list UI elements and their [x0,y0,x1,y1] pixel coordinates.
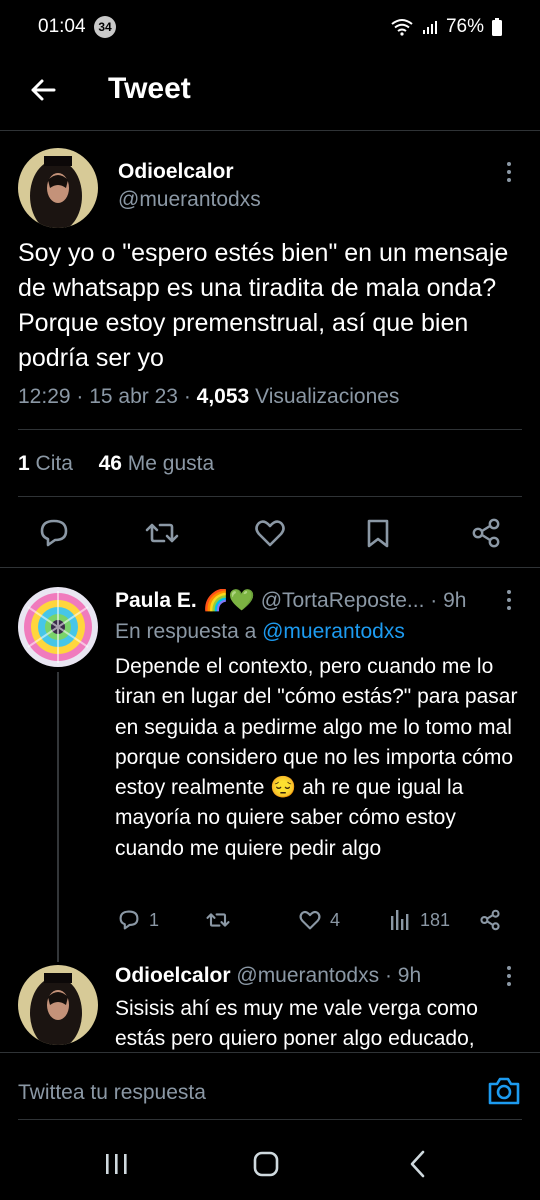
likes-label: Me gusta [127,452,215,475]
author-avatar[interactable] [18,148,98,228]
home-button[interactable] [248,1146,284,1182]
reply-button[interactable] [34,513,74,553]
more-vertical-icon [507,966,511,986]
reply2-age: 9h [397,964,422,987]
like-count: 46 [98,452,122,475]
reply-more-button[interactable] [500,588,518,612]
reply2-header: Odioelcalor @muerantodxs · 9h [115,964,422,987]
retweet-icon [206,913,230,927]
divider [18,429,522,430]
reply-like-count: 4 [330,909,341,930]
divider [18,496,522,497]
system-nav-bar [0,1120,540,1200]
reply-icon [40,519,68,547]
camera-button[interactable] [486,1073,522,1109]
reply2-author-handle[interactable]: @muerantodxs [236,964,379,987]
retweet-button[interactable] [142,513,182,553]
replying-to: En respuesta a @muerantodxs [115,620,405,644]
home-icon [253,1151,279,1177]
battery-icon [492,18,502,36]
more-vertical-icon [507,162,511,182]
quotes-stat[interactable]: 1 Cita [18,452,73,475]
chevron-left-icon [410,1150,425,1178]
more-vertical-icon [507,590,511,610]
notification-badge: 34 [94,16,116,38]
camera-icon [488,1077,520,1105]
views-label: Visualizaciones [255,385,400,408]
quotes-label: Cita [35,452,73,475]
avatar-image [18,148,98,228]
analytics-icon [391,910,409,930]
share-icon [472,518,500,548]
tweet-text: Soy yo o "espero estés bien" en un mensa… [18,239,509,372]
page-title: Tweet [108,72,191,105]
status-time: 01:04 [38,16,86,37]
wifi-icon [391,19,413,36]
reply-icon [119,910,139,930]
thread-line [57,672,59,962]
tweet-time: 12:29 [18,385,71,408]
reply-author-handle[interactable]: @TortaReposte... [261,589,425,612]
reply2-more-button[interactable] [500,964,518,988]
reply-header: Paula E. 🌈💚 @TortaReposte... · 9h [115,589,467,612]
quote-count: 1 [18,452,30,475]
author-name[interactable]: Odioelcalor [118,160,234,184]
reply2-avatar[interactable] [18,965,98,1045]
view-count: 4,053 [196,385,250,408]
tweet-stats: 1 Cita 46 Me gusta [18,452,214,476]
reply2-text: Sisisis ahí es muy me vale verga como es… [115,997,478,1051]
tweet-date: 15 abr 23 [89,385,178,408]
replying-to-label: En respuesta a [115,620,257,643]
share-icon [480,909,500,931]
status-icons: 76% [390,16,502,38]
reply-reply-count: 1 [149,909,160,930]
bookmark-button[interactable] [358,513,398,553]
back-arrow-icon [31,79,56,101]
likes-stat[interactable]: 46 Me gusta [99,452,215,475]
avatar-image [18,587,98,667]
signal-icon [422,21,437,34]
share-button[interactable] [466,513,506,553]
heart-icon [255,520,285,547]
recent-apps-icon [106,1154,127,1174]
reply-composer: Twittea tu respuesta [0,1052,540,1121]
header: Tweet [0,56,540,131]
system-back-button[interactable] [400,1146,436,1182]
bookmark-icon [367,519,389,548]
back-button[interactable] [24,70,64,110]
retweet-icon [145,523,179,543]
reply-age: 9h [443,589,467,612]
status-bar: 01:04 34 76% [0,0,540,56]
reply-like-button[interactable]: 4 [296,906,340,934]
author-handle[interactable]: @muerantodxs [118,188,261,212]
tweet-meta: 12:29 · 15 abr 23 · 4,053 Visualizacione… [18,385,400,408]
more-options-button[interactable] [500,160,518,184]
reply-retweet-button[interactable] [204,906,232,934]
reply-avatar[interactable] [18,587,98,667]
reply-input[interactable]: Twittea tu respuesta [18,1081,206,1105]
replying-to-link[interactable]: @muerantodxs [262,620,405,643]
like-button[interactable] [250,513,290,553]
avatar-image [18,965,98,1045]
heart-icon [299,910,321,930]
divider [0,567,540,568]
reply-view-count: 181 [420,909,451,930]
reply2-author-name[interactable]: Odioelcalor [115,964,231,987]
reply-views-button[interactable]: 181 [386,906,450,934]
reply-author-emoji: 🌈💚 [202,589,255,612]
recent-apps-button[interactable] [98,1146,134,1182]
reply-share-button[interactable] [476,906,504,934]
reply-text: Depende el contexto, pero cuando me lo t… [115,655,518,860]
reply-author-name[interactable]: Paula E. [115,589,197,612]
battery-percent: 76% [445,16,484,37]
reply-reply-button[interactable]: 1 [115,906,159,934]
